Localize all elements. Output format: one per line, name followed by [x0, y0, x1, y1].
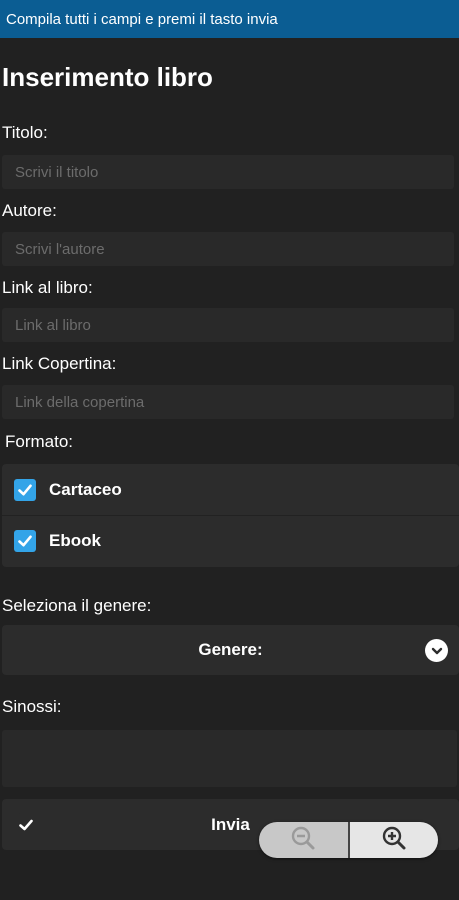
genere-select-value: Genere: [198, 640, 263, 659]
link-libro-label: Link al libro: [2, 278, 93, 297]
sinossi-label: Sinossi: [2, 697, 62, 716]
top-banner-text: Compila tutti i campi e premi il tasto i… [6, 10, 278, 28]
titolo-input[interactable] [2, 155, 454, 189]
zoom-in-button[interactable] [347, 822, 438, 858]
checkbox-checked-icon [14, 478, 36, 501]
checkbox-ebook-label: Ebook [49, 531, 101, 550]
zoom-out-button[interactable] [259, 822, 348, 858]
genere-select[interactable]: Genere: [2, 625, 459, 675]
checkbox-cartaceo[interactable]: Cartaceo [2, 464, 459, 515]
zoom-controls [259, 822, 438, 858]
checkbox-checked-icon [14, 530, 36, 552]
autore-label: Autore: [2, 201, 57, 220]
top-banner: Compila tutti i campi e premi il tasto i… [0, 0, 459, 38]
formato-label: Formato: [5, 432, 74, 451]
link-libro-input[interactable] [2, 308, 454, 342]
chevron-down-icon [425, 639, 448, 662]
page-title: Inserimento libro [2, 62, 213, 92]
titolo-label: Titolo: [2, 123, 48, 142]
sinossi-textarea[interactable] [2, 730, 457, 787]
checkbox-cartaceo-label: Cartaceo [49, 479, 122, 499]
link-copertina-input[interactable] [2, 385, 454, 419]
formato-checkbox-group: Cartaceo Ebook [2, 464, 459, 567]
magnify-plus-icon [380, 824, 408, 857]
genere-label: Seleziona il genere: [2, 596, 152, 615]
magnify-minus-icon [289, 824, 317, 857]
check-icon [13, 812, 38, 837]
autore-input[interactable] [2, 232, 454, 266]
link-copertina-label: Link Copertina: [2, 354, 117, 373]
invia-button-label: Invia [211, 814, 250, 834]
checkbox-ebook[interactable]: Ebook [2, 515, 459, 566]
